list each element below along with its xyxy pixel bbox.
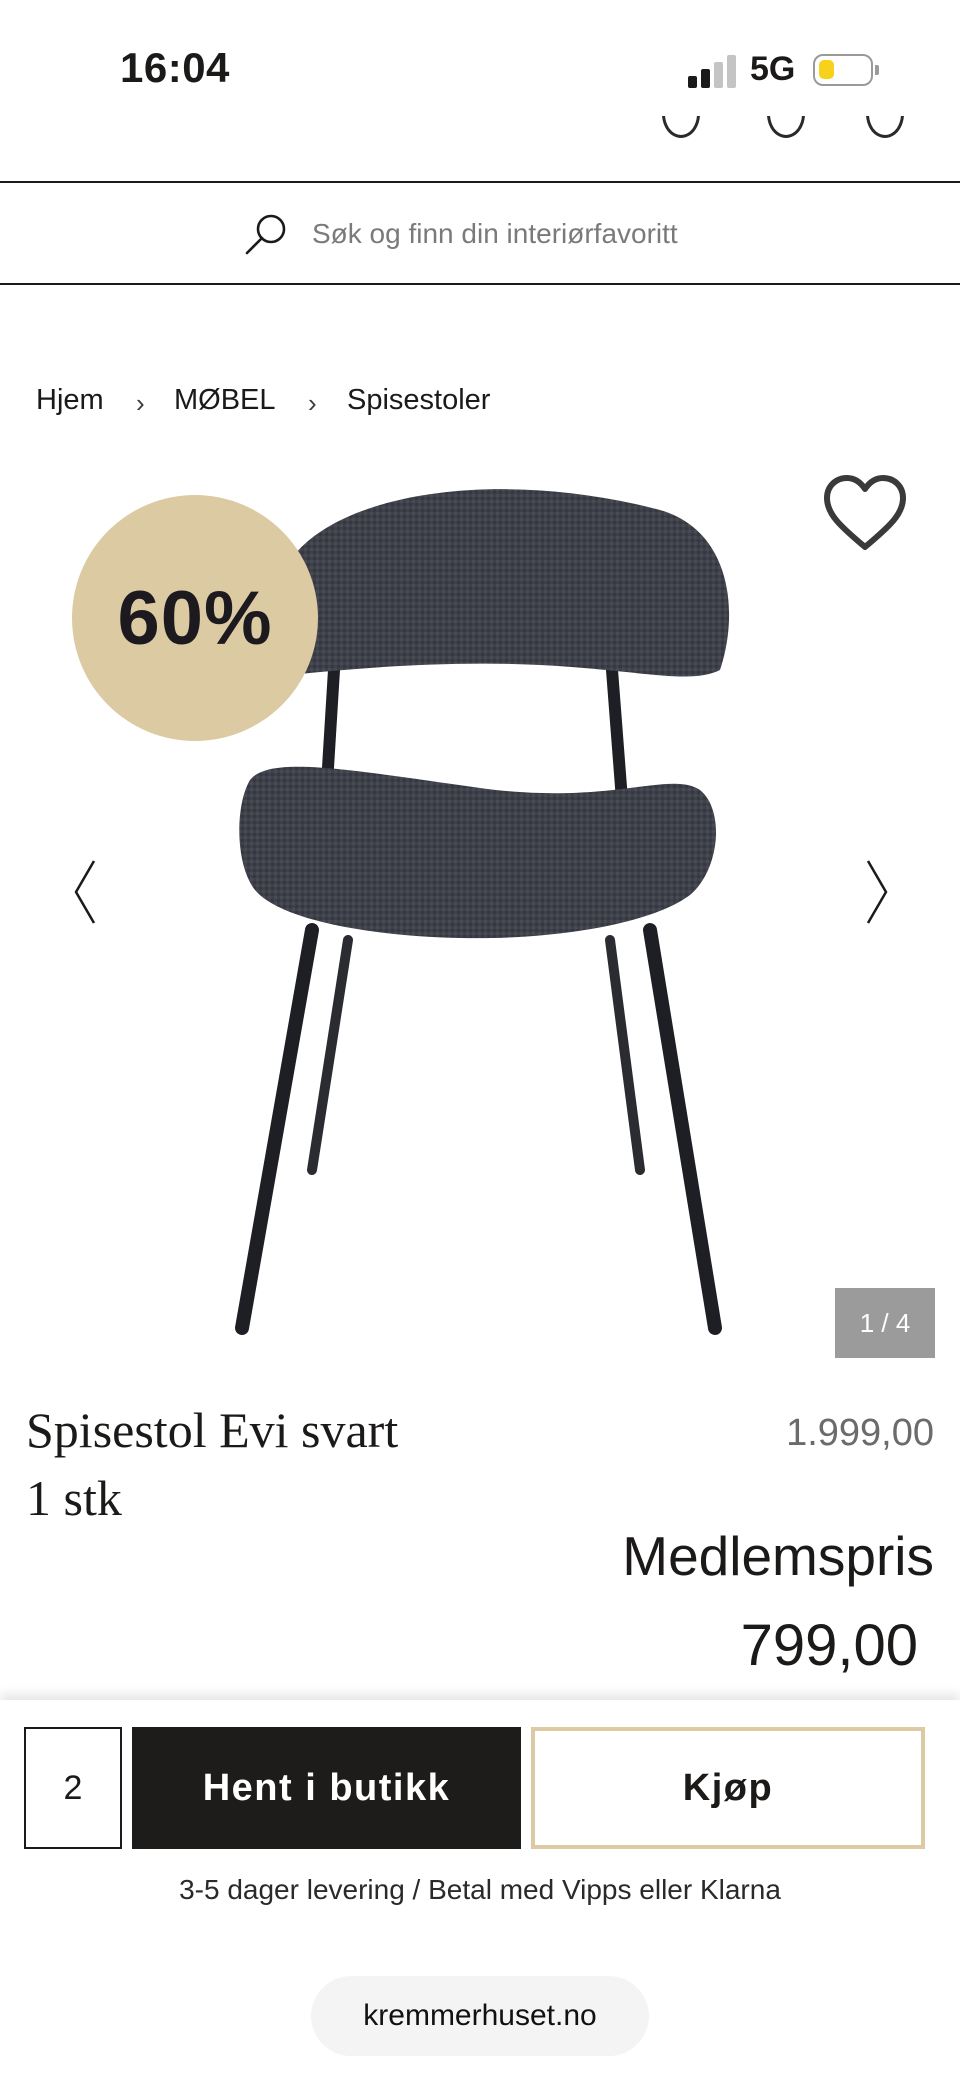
status-time: 16:04: [120, 44, 230, 91]
image-counter: 1 / 4: [835, 1288, 935, 1358]
chevron-left-icon[interactable]: [70, 857, 100, 927]
battery-icon: [813, 54, 879, 86]
browser-url-text: kremmerhuset.no: [363, 1999, 597, 2032]
search-icon[interactable]: [243, 212, 289, 258]
original-price: 1.999,00: [786, 1412, 934, 1454]
chevron-right-icon-small: ›: [308, 388, 317, 418]
signal-strength-icon: [688, 54, 736, 88]
header-cart-icon[interactable]: [864, 116, 904, 146]
browser-url-bar[interactable]: kremmerhuset.no: [311, 1976, 649, 2056]
breadcrumb-home[interactable]: Hjem: [36, 384, 104, 417]
buy-button[interactable]: Kjøp: [531, 1727, 925, 1849]
heart-icon[interactable]: [822, 474, 908, 554]
delivery-info: 3-5 dager levering / Betal med Vipps ell…: [179, 1874, 781, 1905]
member-price-label: Medlemspris: [622, 1525, 934, 1587]
breadcrumb-mobel[interactable]: MØBEL: [174, 384, 276, 417]
header-account-icon[interactable]: [660, 116, 700, 146]
product-title: Spisestol Evi svart 1 stk: [26, 1396, 496, 1532]
discount-badge-text: 60%: [117, 575, 273, 661]
discount-badge: 60%: [72, 495, 318, 741]
breadcrumb-spisestoler[interactable]: Spisestoler: [347, 384, 490, 417]
chevron-right-icon[interactable]: [862, 857, 892, 927]
member-price: 799,00: [740, 1613, 918, 1678]
product-title-line2: 1 stk: [26, 1470, 122, 1526]
quantity-input[interactable]: [24, 1727, 122, 1849]
chevron-right-icon-small: ›: [136, 388, 145, 418]
product-title-line1: Spisestol Evi svart: [26, 1402, 399, 1458]
search-input[interactable]: [312, 214, 852, 254]
header-wishlist-icon[interactable]: [765, 116, 805, 146]
network-type: 5G: [750, 50, 796, 88]
pickup-in-store-button[interactable]: Hent i butikk: [132, 1727, 521, 1849]
